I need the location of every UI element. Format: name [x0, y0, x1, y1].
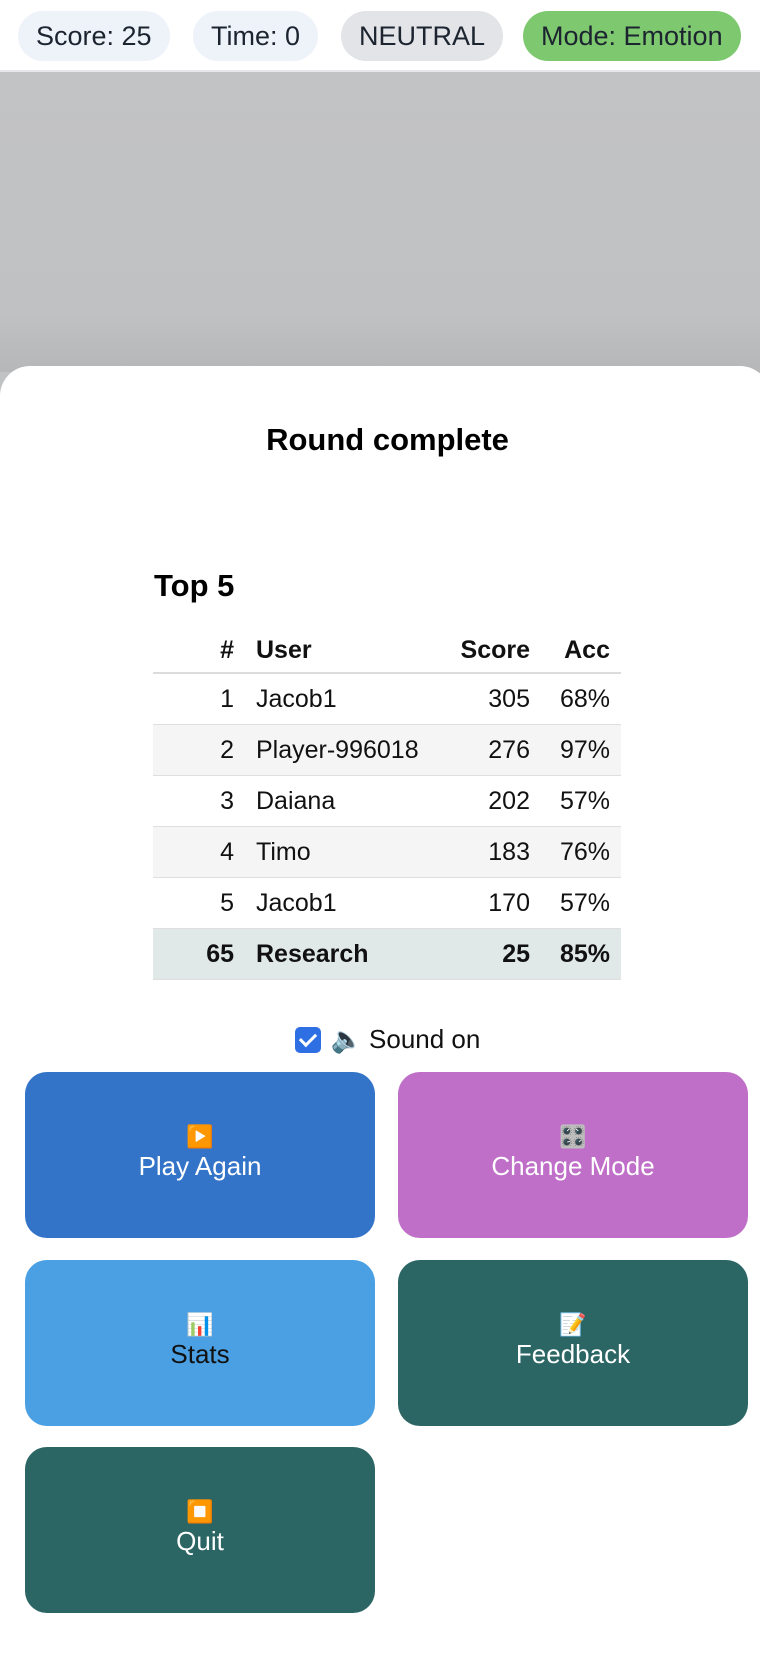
current-player-row: 65 Research 25 85% [153, 928, 621, 980]
user-cell: Timo [245, 826, 443, 878]
change-mode-label: Change Mode [491, 1151, 655, 1181]
control-knobs-icon: 🎛️ [559, 1124, 587, 1149]
user-cell: Player-996018 [245, 724, 443, 776]
score-cell: 202 [443, 775, 541, 827]
leaderboard-table: # User Score Acc 1 Jacob1 305 68% 2 Play… [153, 628, 621, 980]
sound-toggle[interactable]: 🔈 Sound on [0, 1023, 760, 1055]
column-header-score: Score [443, 628, 541, 674]
status-bar: Score: 25 Time: 0 NEUTRAL Mode: Emotion [0, 0, 760, 72]
play-icon: ▶️ [186, 1124, 214, 1149]
accuracy-cell: 76% [541, 826, 621, 878]
user-cell: Research [245, 928, 443, 980]
accuracy-cell: 68% [541, 673, 621, 725]
change-mode-button[interactable]: 🎛️ Change Mode [398, 1072, 748, 1238]
round-complete-dialog: Round complete Top 5 # User Score Acc 1 … [0, 366, 760, 1666]
score-cell: 183 [443, 826, 541, 878]
mode-badge: Mode: Emotion [523, 11, 741, 61]
score-cell: 25 [443, 928, 541, 980]
column-header-user: User [245, 628, 443, 674]
table-row: 5 Jacob1 170 57% [153, 877, 621, 929]
feedback-button[interactable]: 📝 Feedback [398, 1260, 748, 1426]
quit-button[interactable]: ⏹️ Quit [25, 1447, 375, 1613]
score-cell: 170 [443, 877, 541, 929]
stats-label: Stats [170, 1339, 230, 1369]
sound-label: Sound on [369, 1024, 481, 1054]
accuracy-cell: 97% [541, 724, 621, 776]
leaderboard-header-row: # User Score Acc [153, 628, 621, 674]
leaderboard-title: Top 5 [154, 568, 235, 603]
accuracy-cell: 85% [541, 928, 621, 980]
stop-icon: ⏹️ [186, 1499, 214, 1524]
rank-cell: 3 [153, 775, 245, 827]
dialog-title: Round complete [266, 422, 509, 457]
accuracy-cell: 57% [541, 775, 621, 827]
table-row: 3 Daiana 202 57% [153, 775, 621, 827]
rank-cell: 2 [153, 724, 245, 776]
rank-cell: 5 [153, 877, 245, 929]
play-again-label: Play Again [138, 1151, 262, 1181]
quit-label: Quit [176, 1526, 224, 1556]
table-row: 2 Player-996018 276 97% [153, 724, 621, 776]
user-cell: Jacob1 [245, 673, 443, 725]
table-row: 4 Timo 183 76% [153, 826, 621, 878]
time-badge: Time: 0 [193, 11, 319, 61]
stats-button[interactable]: 📊 Stats [25, 1260, 375, 1426]
column-header-accuracy: Acc [541, 628, 621, 674]
rank-cell: 4 [153, 826, 245, 878]
table-row: 1 Jacob1 305 68% [153, 673, 621, 725]
play-again-button[interactable]: ▶️ Play Again [25, 1072, 375, 1238]
score-cell: 305 [443, 673, 541, 725]
user-cell: Daiana [245, 775, 443, 827]
game-view-backdrop [0, 72, 760, 372]
speaker-icon: 🔈 [330, 1024, 364, 1054]
sound-checkbox[interactable] [294, 1027, 321, 1053]
user-cell: Jacob1 [245, 877, 443, 929]
accuracy-cell: 57% [541, 877, 621, 929]
bar-chart-icon: 📊 [186, 1312, 214, 1337]
rank-cell: 65 [153, 928, 245, 980]
column-header-rank: # [153, 628, 245, 674]
feedback-label: Feedback [515, 1339, 631, 1369]
score-cell: 276 [443, 724, 541, 776]
score-badge: Score: 25 [18, 11, 170, 61]
rank-cell: 1 [153, 673, 245, 725]
emotion-state-badge: NEUTRAL [341, 11, 504, 61]
memo-icon: 📝 [559, 1312, 587, 1337]
